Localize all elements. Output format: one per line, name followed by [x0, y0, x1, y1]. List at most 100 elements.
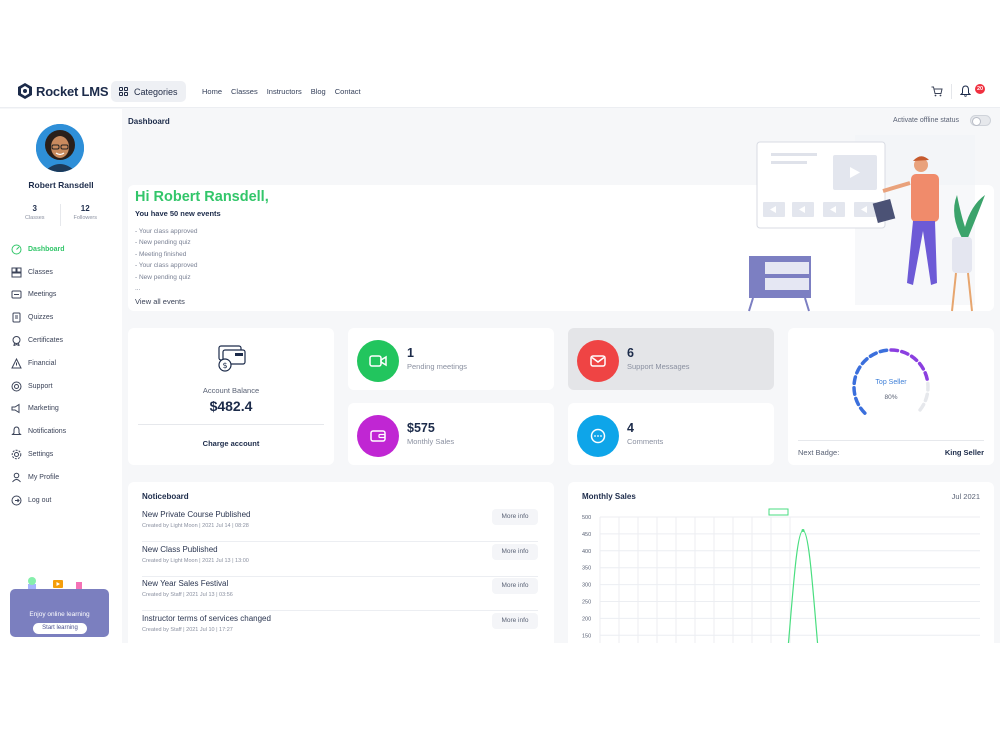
top-nav: Home Classes Instructors Blog Contact	[202, 87, 361, 96]
gear-icon	[11, 449, 22, 460]
chart-legend-swatch	[768, 508, 789, 516]
next-badge-label: Next Badge:	[798, 448, 840, 457]
next-badge-value: King Seller	[944, 448, 984, 457]
sidebar-item-classes[interactable]: Classes	[11, 261, 66, 284]
rocket-logo-icon	[18, 83, 32, 99]
charge-account-button[interactable]: Charge account	[128, 439, 334, 448]
chart-point	[801, 529, 805, 533]
event-item: - Your class approved	[135, 228, 198, 235]
sidebar-item-label: Marketing	[28, 405, 59, 413]
monthly-sales-value: $575	[407, 421, 435, 435]
offline-status-toggle[interactable]	[970, 115, 991, 126]
sidebar-item-quizzes[interactable]: Quizzes	[11, 306, 66, 329]
wallet-money-icon: $	[218, 345, 246, 372]
classes-icon	[11, 267, 22, 278]
monthly-sales-label: Monthly Sales	[407, 437, 455, 446]
sidebar-item-financial[interactable]: Financial	[11, 352, 66, 375]
avatar-portrait	[36, 124, 84, 172]
sidebar-item-marketing[interactable]: Marketing	[11, 398, 66, 421]
nav-classes[interactable]: Classes	[231, 87, 258, 96]
start-learning-button[interactable]: Start learning	[33, 623, 87, 634]
sidebar-item-meetings[interactable]: Meetings	[11, 284, 66, 307]
support-messages-card[interactable]: 6 Support Messages	[568, 328, 774, 390]
more-info-button[interactable]: More info	[492, 509, 538, 525]
gauge-segment	[909, 354, 919, 363]
sales-line-chart: 500 450 400 350 300 250 200 150	[582, 508, 980, 643]
sidebar-item-log-out[interactable]: Log out	[11, 489, 66, 512]
meetings-icon	[11, 289, 22, 300]
mail-icon	[577, 340, 619, 382]
chart-y-tick: 500	[582, 515, 591, 521]
sidebar-item-support[interactable]: Support	[11, 375, 66, 398]
nav-blog[interactable]: Blog	[311, 87, 326, 96]
event-item: - New pending quiz	[135, 273, 191, 281]
notice-meta: Created by Light Moon | 2021 Jul 14 | 08…	[142, 523, 249, 529]
sidebar-item-my-profile[interactable]: My Profile	[11, 466, 66, 489]
notification-badge: 20	[975, 84, 985, 94]
chart-y-tick: 200	[582, 616, 591, 622]
more-info-button[interactable]: More info	[492, 612, 538, 629]
noticeboard-title: Noticeboard	[142, 492, 189, 501]
noticeboard-card: Noticeboard New Private Course Published…	[128, 482, 554, 643]
cart-icon[interactable]	[931, 86, 943, 97]
gauge-segment	[860, 357, 869, 366]
sidebar-item-notifications[interactable]: Notifications	[11, 420, 66, 443]
logout-icon	[11, 495, 22, 506]
wallet-icon	[357, 415, 399, 457]
stat-label: Classes	[24, 215, 45, 221]
certificate-icon	[11, 335, 22, 347]
event-item: ...	[135, 285, 141, 293]
support-messages-value: 6	[627, 346, 634, 360]
notice-meta: Created by Staff | 2021 Jul 13 | 03:56	[142, 592, 233, 598]
comments-label: Comments	[627, 437, 664, 446]
marketing-icon	[11, 403, 22, 414]
notice-title[interactable]: New Private Course Published	[142, 510, 251, 519]
pending-meetings-card[interactable]: 1 Pending meetings	[348, 328, 554, 390]
sidebar-item-label: Certificates	[28, 337, 64, 345]
gauge-segment	[858, 406, 867, 415]
page-title: Dashboard	[128, 117, 170, 126]
notice-meta: Created by Staff | 2021 Jul 10 | 17:27	[142, 626, 233, 633]
chart-y-tick: 250	[582, 600, 591, 606]
events-list: - Your class approved - New pending quiz -…	[135, 226, 198, 294]
divider	[798, 440, 984, 441]
badge-title: Top Seller	[875, 379, 907, 386]
badge-progress: 80%	[884, 394, 898, 401]
monthly-sales-card[interactable]: $575 Monthly Sales	[348, 403, 554, 465]
badge-progress-gauge	[852, 348, 930, 415]
hero-illustration	[748, 135, 985, 312]
user-stats: 3 Classes 12 Followers	[10, 204, 110, 226]
sidebar-item-settings[interactable]: Settings	[11, 443, 66, 466]
notice-title[interactable]: New Year Sales Festival	[142, 579, 228, 588]
notice-title[interactable]: Instructor terms of services changed	[142, 614, 271, 623]
notice-title[interactable]: New Class Published	[142, 545, 218, 554]
balance-value: $482.4	[209, 398, 253, 414]
nav-contact[interactable]: Contact	[335, 87, 361, 96]
nav-home[interactable]: Home	[202, 87, 222, 96]
notice-row: New Private Course Published Created by L…	[142, 508, 538, 542]
sidebar-item-certificates[interactable]: Certificates	[11, 329, 66, 352]
user-name: Robert Ransdell	[28, 180, 94, 190]
top-header: Rocket LMS Categories Home Classes Instr…	[0, 75, 1000, 108]
more-info-button[interactable]: More info	[492, 578, 538, 594]
avatar[interactable]	[36, 124, 84, 172]
sidebar-item-label: Notifications	[28, 428, 67, 436]
chart-series-line	[787, 529, 819, 643]
grid-icon	[119, 87, 128, 96]
logo[interactable]: Rocket LMS	[18, 83, 109, 99]
sidebar-item-dashboard[interactable]: Dashboard	[11, 238, 66, 261]
promo-text: Enjoy online learning	[29, 611, 90, 618]
nav-instructors[interactable]: Instructors	[267, 87, 302, 96]
header-divider	[951, 84, 952, 99]
promo-card: Enjoy online learning Start learning	[10, 589, 109, 637]
pending-meetings-value: 1	[407, 346, 414, 360]
logo-text: Rocket LMS	[36, 83, 109, 99]
notification-bell-icon[interactable]	[960, 85, 971, 97]
account-balance-card: $ Account Balance $482.4 Charge account	[128, 328, 334, 465]
categories-button[interactable]: Categories	[111, 81, 186, 102]
notice-row: New Class Published Created by Light Moon…	[142, 543, 538, 577]
event-item: - New pending quiz	[135, 239, 191, 247]
comments-card[interactable]: 4 Comments	[568, 403, 774, 465]
view-all-events-link[interactable]: View all events	[135, 297, 185, 306]
more-info-button[interactable]: More info	[492, 543, 538, 560]
